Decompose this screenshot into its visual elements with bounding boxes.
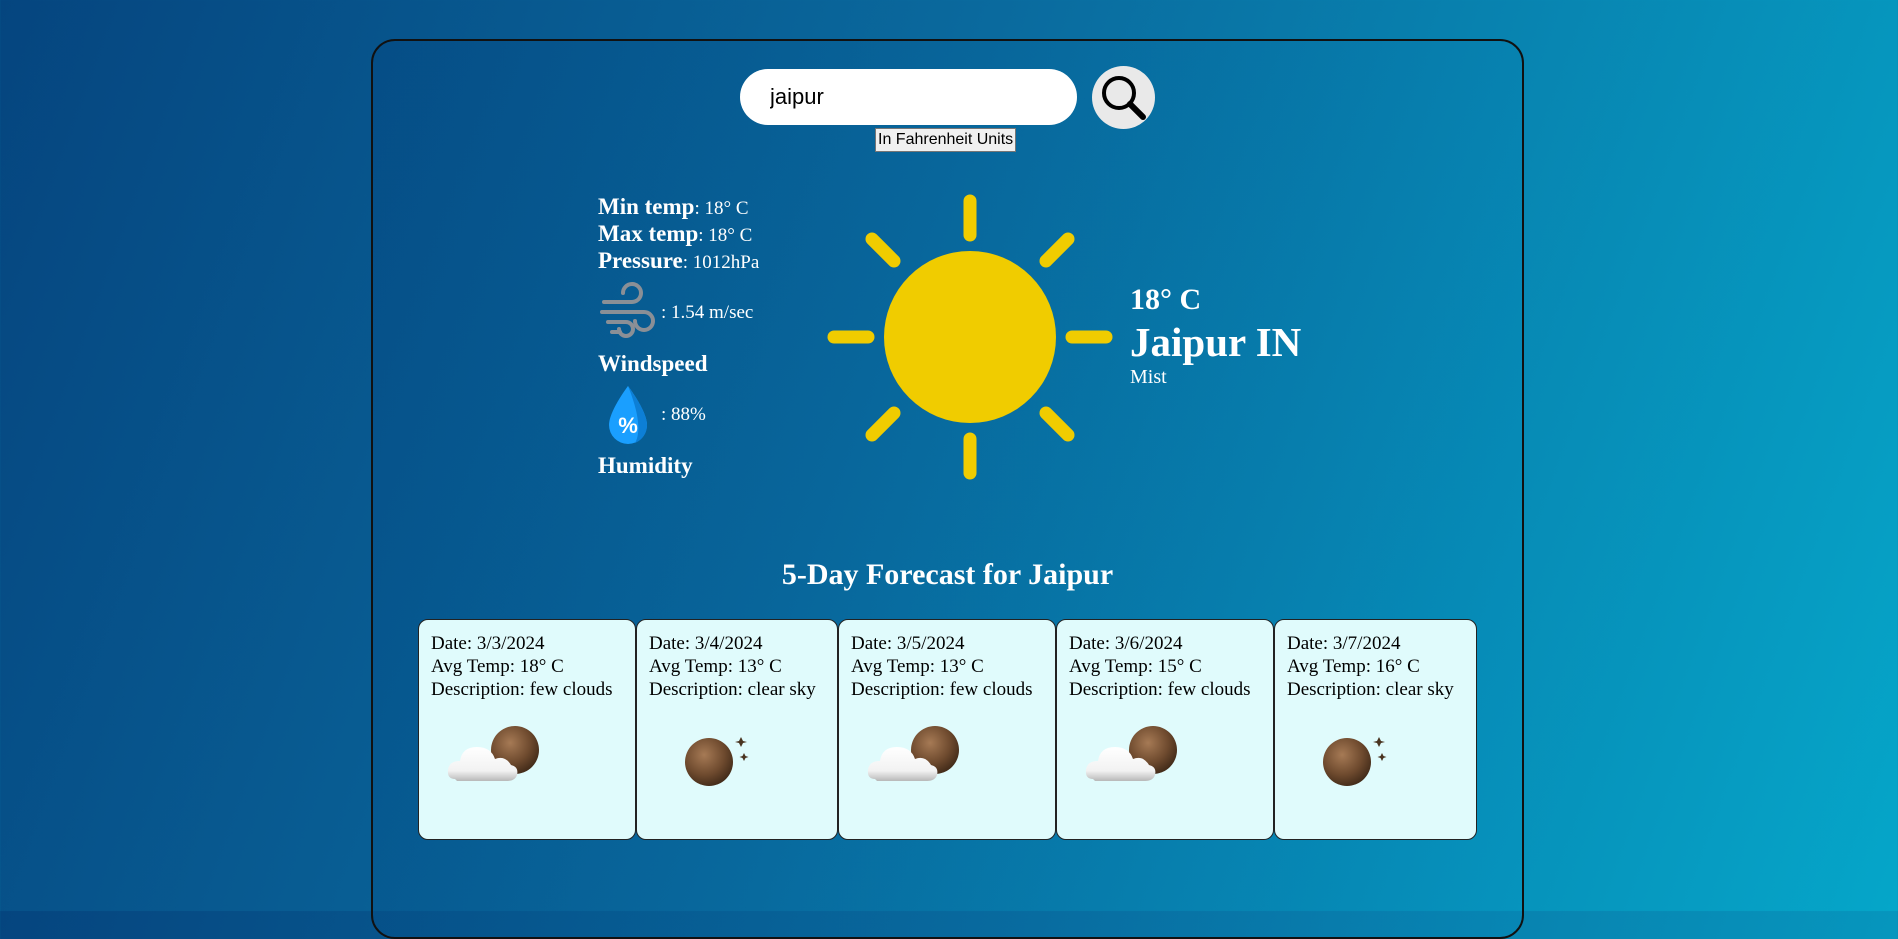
wind-icon — [600, 282, 655, 338]
forecast-date: Date: 3/6/2024 — [1069, 633, 1183, 654]
moon-stars-icon — [685, 737, 749, 786]
windspeed-label: Windspeed — [598, 351, 708, 376]
forecast-card: Date: 3/6/2024 Avg Temp: 15° C Description… — [1056, 619, 1274, 840]
max-temp-label: Max temp — [598, 221, 699, 246]
forecast-date: Date: 3/7/2024 — [1287, 633, 1401, 654]
min-temp: Min temp: 18° C — [598, 194, 749, 220]
forecast-description: Description: clear sky — [649, 679, 816, 700]
pressure-label: Pressure — [598, 248, 683, 273]
weather-description: Mist — [1130, 366, 1167, 388]
forecast-avg-temp: Avg Temp: 13° C — [649, 656, 782, 677]
humidity-drop-icon: % — [609, 386, 648, 444]
forecast-card: Date: 3/7/2024 Avg Temp: 16° C Description… — [1274, 619, 1477, 840]
forecast-card: Date: 3/3/2024 Avg Temp: 18° C Description… — [418, 619, 636, 840]
min-temp-value: : 18° C — [694, 198, 749, 219]
pressure-value: : 1012hPa — [682, 252, 760, 273]
forecast-description: Description: few clouds — [431, 679, 613, 700]
forecast-date: Date: 3/3/2024 — [431, 633, 545, 654]
forecast-avg-temp: Avg Temp: 18° C — [431, 656, 564, 677]
min-temp-label: Min temp — [598, 194, 695, 219]
humidity-label: Humidity — [598, 453, 693, 478]
forecast-description: Description: few clouds — [851, 679, 1033, 700]
max-temp: Max temp: 18° C — [598, 221, 752, 247]
search-icon — [1102, 76, 1146, 120]
humidity-icon-text: % — [618, 413, 638, 438]
cloud-moon-icon — [867, 726, 959, 781]
current-temperature: 18° C — [1130, 283, 1202, 316]
moon-stars-icon — [1323, 737, 1387, 786]
forecast-card: Date: 3/5/2024 Avg Temp: 13° C Description… — [838, 619, 1056, 840]
search-input[interactable] — [740, 69, 1077, 125]
humidity-value: : 88% — [661, 404, 706, 425]
search-button[interactable] — [1092, 66, 1155, 129]
max-temp-value: : 18° C — [698, 225, 753, 246]
pressure: Pressure: 1012hPa — [598, 248, 759, 274]
forecast-title: 5-Day Forecast for Jaipur — [781, 558, 1114, 591]
fahrenheit-toggle-button[interactable]: In Fahrenheit Units — [875, 128, 1017, 152]
cloud-moon-icon — [447, 726, 539, 781]
forecast-date: Date: 3/5/2024 — [851, 633, 965, 654]
forecast-card: Date: 3/4/2024 Avg Temp: 13° C Description… — [636, 619, 838, 840]
forecast-avg-temp: Avg Temp: 16° C — [1287, 656, 1420, 677]
windspeed-value: : 1.54 m/sec — [661, 302, 754, 323]
cloud-moon-icon — [1085, 726, 1177, 781]
forecast-description: Description: few clouds — [1069, 679, 1251, 700]
forecast-avg-temp: Avg Temp: 13° C — [851, 656, 984, 677]
forecast-avg-temp: Avg Temp: 15° C — [1069, 656, 1202, 677]
forecast-date: Date: 3/4/2024 — [649, 633, 763, 654]
sun-icon — [827, 194, 1113, 480]
forecast-description: Description: clear sky — [1287, 679, 1454, 700]
city-name: Jaipur IN — [1130, 319, 1302, 365]
